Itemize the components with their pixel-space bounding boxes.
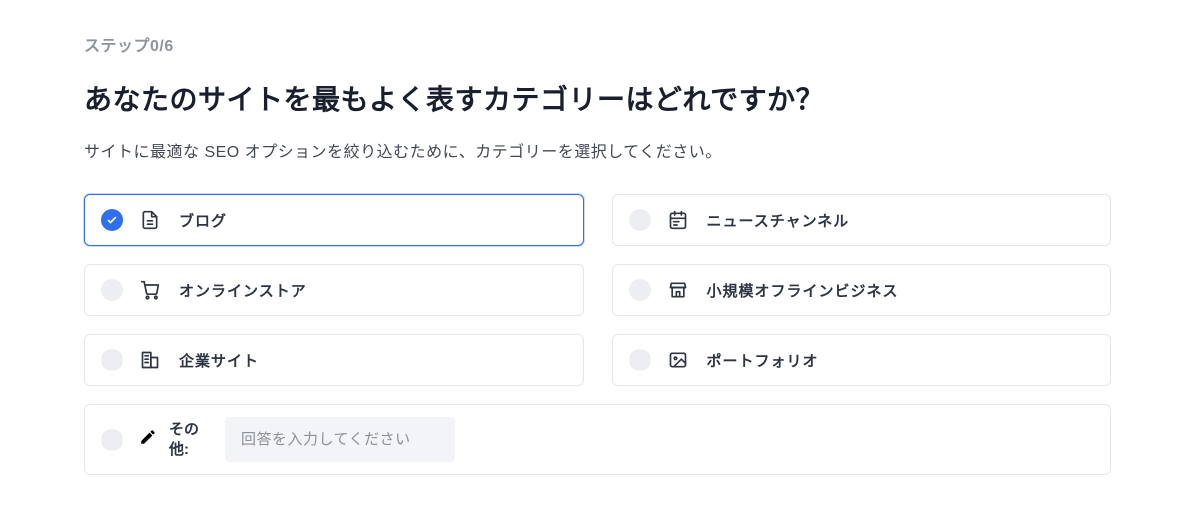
category-card-portfolio[interactable]: ポートフォリオ	[612, 334, 1112, 386]
step-indicator: ステップ0/6	[84, 32, 1111, 56]
pencil-icon	[139, 428, 157, 451]
document-icon	[139, 209, 161, 231]
page-subtext: サイトに最適な SEO オプションを絞り込むために、カテゴリーを選択してください…	[84, 138, 1111, 162]
category-label: 企業サイト	[179, 350, 259, 371]
category-label: ポートフォリオ	[707, 350, 819, 371]
category-label: ニュースチャンネル	[707, 210, 850, 231]
image-icon	[667, 349, 689, 371]
category-card-other[interactable]: その他:	[84, 404, 1111, 475]
radio-unselected-icon	[629, 209, 651, 231]
radio-unselected-icon	[101, 349, 123, 371]
radio-unselected-icon	[629, 279, 651, 301]
category-card-offline[interactable]: 小規模オフラインビジネス	[612, 264, 1112, 316]
storefront-icon	[667, 279, 689, 301]
other-label-wrap: その他:	[139, 420, 211, 459]
calendar-icon	[667, 209, 689, 231]
radio-unselected-icon	[101, 279, 123, 301]
category-grid: ブログ ニュースチャンネル オンラインストア 小規模オフラインビジネス	[84, 194, 1111, 386]
radio-unselected-icon	[629, 349, 651, 371]
page-heading: あなたのサイトを最もよく表すカテゴリーはどれですか？	[84, 78, 1111, 118]
category-label: オンラインストア	[179, 280, 307, 301]
radio-selected-icon	[101, 209, 123, 231]
other-answer-input[interactable]	[225, 417, 455, 462]
radio-unselected-icon	[101, 429, 123, 451]
cart-icon	[139, 279, 161, 301]
category-label: 小規模オフラインビジネス	[707, 280, 899, 301]
category-card-blog[interactable]: ブログ	[84, 194, 584, 246]
category-card-news[interactable]: ニュースチャンネル	[612, 194, 1112, 246]
wizard-step-page: ステップ0/6 あなたのサイトを最もよく表すカテゴリーはどれですか？ サイトに最…	[0, 0, 1195, 510]
building-icon	[139, 349, 161, 371]
other-label: その他:	[169, 420, 211, 459]
category-card-corporate[interactable]: 企業サイト	[84, 334, 584, 386]
category-card-store[interactable]: オンラインストア	[84, 264, 584, 316]
category-label: ブログ	[179, 210, 227, 231]
